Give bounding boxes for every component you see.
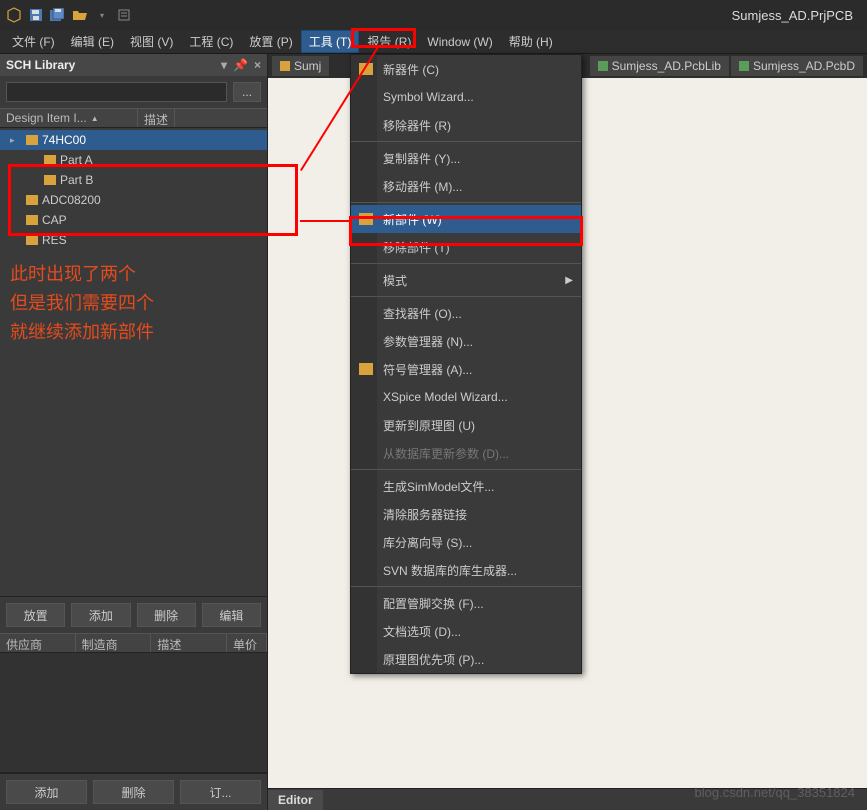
tree-item-cap[interactable]: CAP [0, 210, 267, 230]
menu-bar: 文件 (F) 编辑 (E) 视图 (V) 工程 (C) 放置 (P) 工具 (T… [0, 30, 867, 54]
tab-pcbdoc[interactable]: Sumjess_AD.PcbD [731, 56, 863, 76]
menu-new-component[interactable]: 新器件 (C) [351, 55, 581, 83]
menu-gen-simmodel[interactable]: 生成SimModel文件... [351, 472, 581, 500]
panel-title: SCH Library [6, 58, 75, 72]
tab-pcblib[interactable]: Sumjess_AD.PcbLib [590, 56, 729, 76]
col-supplier[interactable]: 供应商 [0, 634, 76, 652]
tree-item-74hc00[interactable]: ▸74HC00 [0, 130, 267, 150]
supplier-order-button[interactable]: 订... [180, 780, 261, 804]
menu-doc-options[interactable]: 文档选项 (D)... [351, 617, 581, 645]
app-logo-icon [6, 7, 22, 23]
save-all-icon[interactable] [50, 7, 66, 23]
add-button[interactable]: 添加 [71, 603, 130, 627]
chevron-down-icon[interactable]: ▾ [94, 7, 110, 23]
menu-symbol-manager[interactable]: 符号管理器 (A)... [351, 355, 581, 383]
supplier-delete-button[interactable]: 删除 [93, 780, 174, 804]
menu-symbol-wizard[interactable]: Symbol Wizard... [351, 83, 581, 111]
search-more-button[interactable]: ... [233, 82, 261, 102]
menu-mode[interactable]: 模式▶ [351, 266, 581, 294]
component-tree: ▸74HC00 Part A Part B ADC08200 CAP RES [0, 128, 267, 252]
menu-sch-prefs[interactable]: 原理图优先项 (P)... [351, 645, 581, 673]
supplier-buttons: 添加 删除 订... [0, 773, 267, 810]
supplier-add-button[interactable]: 添加 [6, 780, 87, 804]
supplier-grid-body[interactable] [0, 653, 267, 773]
menu-copy-component[interactable]: 复制器件 (Y)... [351, 144, 581, 172]
component-buttons: 放置 添加 删除 编辑 [0, 596, 267, 633]
window-title: Sumjess_AD.PrjPCB [732, 8, 861, 23]
editor-label[interactable]: Editor [268, 790, 323, 810]
panel-pin-icon[interactable]: 📌 [233, 58, 248, 72]
pcbdoc-icon [739, 61, 749, 71]
supplier-grid-header: 供应商 制造商 描述 单价 [0, 633, 267, 653]
panel-header: SCH Library ▾ 📌 × [0, 54, 267, 76]
tab-schlib[interactable]: Sumj [272, 56, 329, 76]
menu-update-schematics[interactable]: 更新到原理图 (U) [351, 411, 581, 439]
properties-icon[interactable] [116, 7, 132, 23]
open-folder-icon[interactable] [72, 7, 88, 23]
place-button[interactable]: 放置 [6, 603, 65, 627]
annotation-line-2 [300, 220, 350, 222]
component-icon [26, 195, 38, 205]
menu-svn-db-lib[interactable]: SVN 数据库的库生成器... [351, 556, 581, 584]
part-icon [44, 175, 56, 185]
part-icon [359, 213, 373, 225]
menu-lib-split-wizard[interactable]: 库分离向导 (S)... [351, 528, 581, 556]
submenu-arrow-icon: ▶ [565, 275, 573, 286]
menu-project[interactable]: 工程 (C) [181, 30, 241, 53]
col-price[interactable]: 单价 [227, 634, 267, 652]
menu-file[interactable]: 文件 (F) [4, 30, 63, 53]
component-list-header: Design Item I...▲ 描述 [0, 108, 267, 128]
delete-button[interactable]: 删除 [137, 603, 196, 627]
watermark: blog.csdn.net/qq_38351824 [695, 785, 855, 800]
menu-view[interactable]: 视图 (V) [122, 30, 181, 53]
component-icon [26, 135, 38, 145]
title-bar: ▾ Sumjess_AD.PrjPCB [0, 0, 867, 30]
menu-pin-swap[interactable]: 配置管脚交换 (F)... [351, 589, 581, 617]
save-icon[interactable] [28, 7, 44, 23]
tree-item-adc08200[interactable]: ADC08200 [0, 190, 267, 210]
tree-item-res[interactable]: RES [0, 230, 267, 250]
symbol-mgr-icon [359, 363, 373, 375]
menu-clear-server[interactable]: 清除服务器链接 [351, 500, 581, 528]
part-icon [44, 155, 56, 165]
panel-dropdown-icon[interactable]: ▾ [221, 58, 227, 72]
component-icon [26, 235, 38, 245]
col-design-item[interactable]: Design Item I...▲ [0, 109, 138, 127]
menu-edit[interactable]: 编辑 (E) [63, 30, 122, 53]
annotation-text: 此时出现了两个 但是我们需要四个 就继续添加新部件 [0, 252, 267, 354]
titlebar-toolbar: ▾ [6, 7, 132, 23]
menu-param-manager[interactable]: 参数管理器 (N)... [351, 327, 581, 355]
schlib-icon [280, 61, 290, 71]
menu-xspice-wizard[interactable]: XSpice Model Wizard... [351, 383, 581, 411]
tree-item-part-b[interactable]: Part B [0, 170, 267, 190]
menu-move-component[interactable]: 移动器件 (M)... [351, 172, 581, 200]
tools-dropdown: 新器件 (C) Symbol Wizard... 移除器件 (R) 复制器件 (… [350, 54, 582, 674]
tree-item-part-a[interactable]: Part A [0, 150, 267, 170]
search-input[interactable] [6, 82, 227, 102]
edit-button[interactable]: 编辑 [202, 603, 261, 627]
menu-update-from-db: 从数据库更新参数 (D)... [351, 439, 581, 467]
col-description[interactable]: 描述 [138, 109, 175, 127]
menu-remove-component[interactable]: 移除器件 (R) [351, 111, 581, 139]
menu-report[interactable]: 报告 (R) [359, 30, 419, 53]
col-mfr[interactable]: 制造商 [76, 634, 152, 652]
menu-help[interactable]: 帮助 (H) [501, 30, 561, 53]
menu-find-component[interactable]: 查找器件 (O)... [351, 299, 581, 327]
menu-tools[interactable]: 工具 (T) [301, 30, 360, 53]
pcblib-icon [598, 61, 608, 71]
menu-place[interactable]: 放置 (P) [241, 30, 300, 53]
menu-new-part[interactable]: 新部件 (W) [351, 205, 581, 233]
col-desc2[interactable]: 描述 [151, 634, 227, 652]
component-icon [26, 215, 38, 225]
panel-close-icon[interactable]: × [254, 58, 261, 72]
menu-remove-part[interactable]: 移除部件 (T) [351, 233, 581, 261]
sch-library-panel: SCH Library ▾ 📌 × ... Design Item I...▲ … [0, 54, 268, 810]
menu-window[interactable]: Window (W) [419, 32, 500, 52]
